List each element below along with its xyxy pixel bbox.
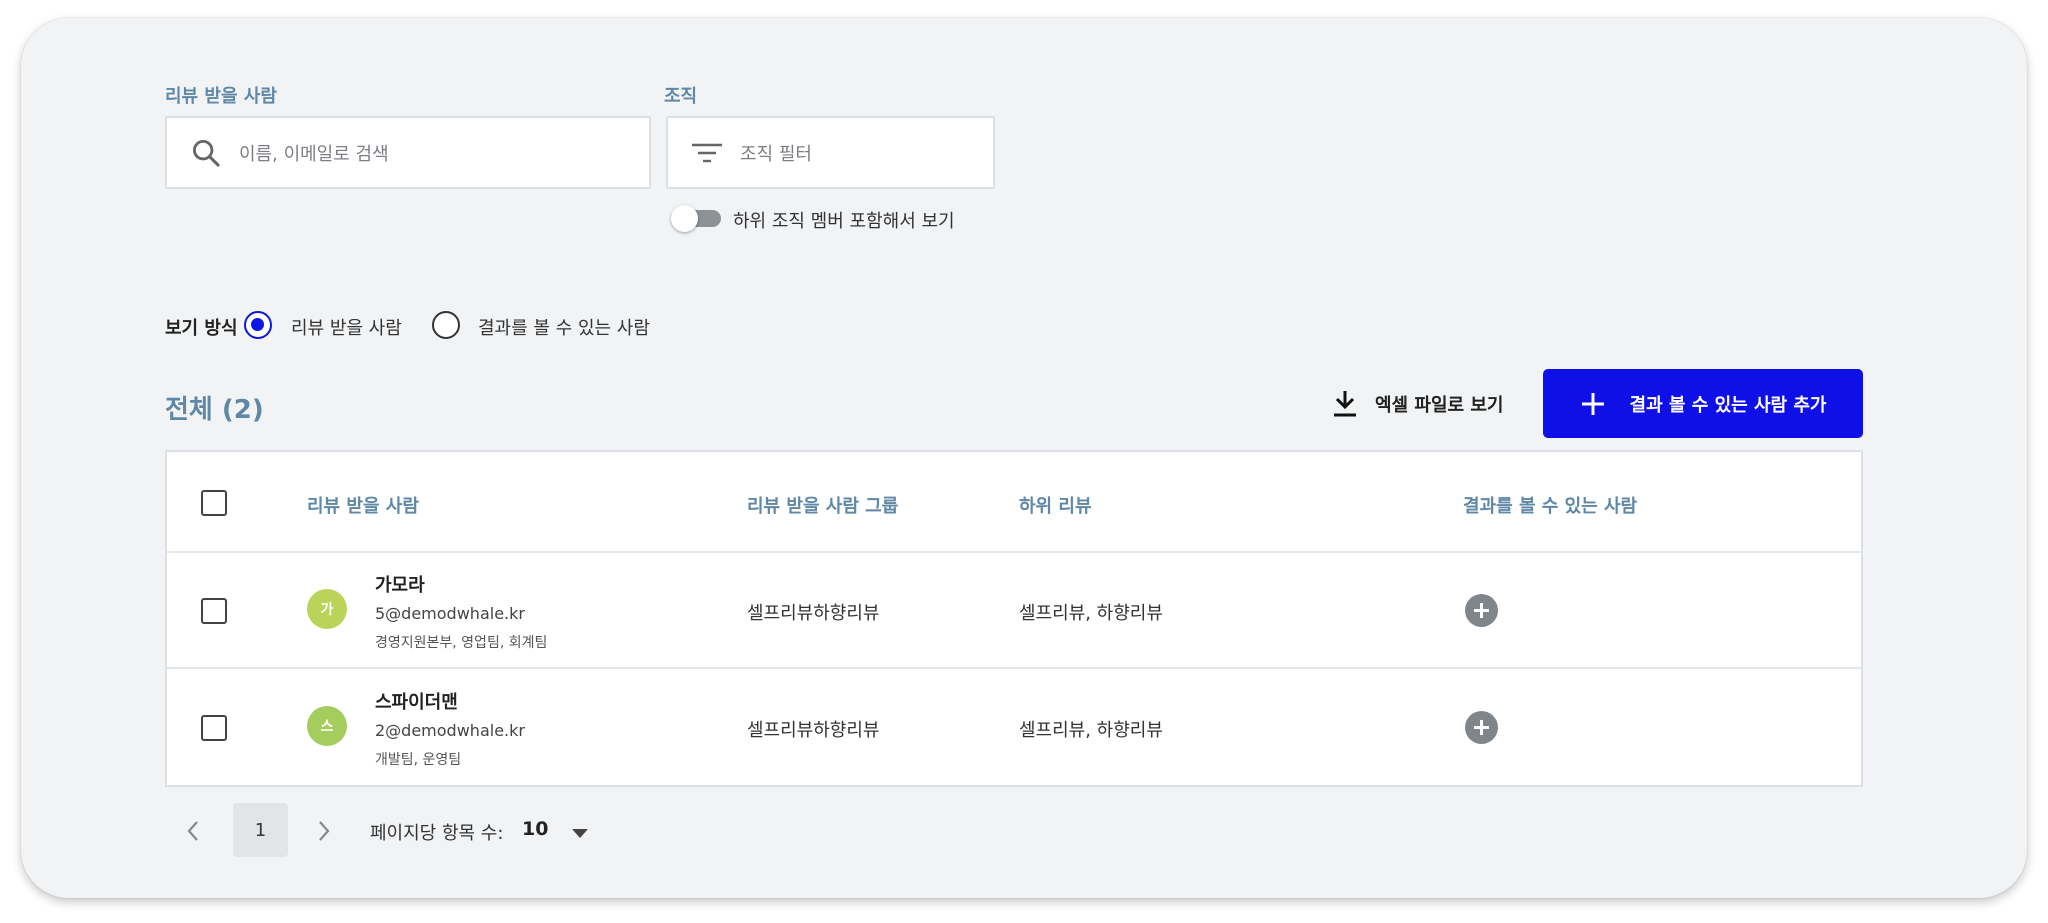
reviewee-name: 스파이더맨 bbox=[375, 692, 458, 713]
row-checkbox[interactable] bbox=[201, 598, 227, 624]
add-result-viewer-button[interactable]: 결과 볼 수 있는 사람 추가 bbox=[1543, 369, 1863, 438]
chevron-right-icon[interactable] bbox=[317, 820, 331, 846]
org-filter-input[interactable]: 조직 필터 bbox=[666, 116, 995, 189]
total-count: 전체 (2) bbox=[165, 395, 264, 425]
reviewee-org: 개발팀, 운영팀 bbox=[375, 752, 462, 768]
add-viewer-icon[interactable] bbox=[1465, 711, 1498, 744]
column-header-result-viewer[interactable]: 결과를 볼 수 있는 사람 bbox=[1463, 492, 1637, 518]
plus-icon bbox=[1580, 391, 1606, 417]
reviewee-filter-label: 리뷰 받을 사람 bbox=[165, 86, 277, 107]
per-page-label: 페이지당 항목 수: bbox=[370, 823, 504, 844]
radio-result-viewer[interactable] bbox=[432, 311, 460, 339]
reviewee-email: 2@demodwhale.kr bbox=[375, 721, 525, 740]
table-row: 스 스파이더맨 2@demodwhale.kr 개발팀, 운영팀 셀프리뷰하향리… bbox=[167, 670, 1861, 786]
org-filter-placeholder: 조직 필터 bbox=[740, 143, 812, 165]
avatar: 스 bbox=[307, 706, 347, 746]
sub-review: 셀프리뷰, 하향리뷰 bbox=[1019, 603, 1163, 624]
reviewee-email: 5@demodwhale.kr bbox=[375, 604, 525, 623]
include-sub-toggle-knob[interactable] bbox=[671, 205, 698, 232]
main-card: 리뷰 받을 사람 이름, 이메일로 검색 조직 조직 필터 하위 조직 멤버 포… bbox=[21, 18, 2027, 898]
excel-export-button[interactable]: 엑셀 파일로 보기 bbox=[1331, 384, 1503, 424]
add-viewer-icon[interactable] bbox=[1465, 594, 1498, 627]
column-header-sub-review[interactable]: 하위 리뷰 bbox=[1019, 492, 1092, 518]
caret-down-icon[interactable] bbox=[571, 824, 589, 843]
include-sub-toggle-label: 하위 조직 멤버 포함해서 보기 bbox=[733, 211, 955, 232]
reviewee-group: 셀프리뷰하향리뷰 bbox=[747, 720, 880, 741]
view-mode-label: 보기 방식 bbox=[165, 318, 238, 339]
reviewee-name: 가모라 bbox=[375, 575, 425, 596]
avatar: 가 bbox=[307, 589, 347, 629]
org-filter-label: 조직 bbox=[664, 86, 698, 107]
table-row: 가 가모라 5@demodwhale.kr 경영지원본부, 영업팀, 회계팀 셀… bbox=[167, 553, 1861, 669]
search-icon bbox=[189, 136, 223, 170]
sub-review: 셀프리뷰, 하향리뷰 bbox=[1019, 720, 1163, 741]
reviewee-table: 리뷰 받을 사람 리뷰 받을 사람 그룹 하위 리뷰 결과를 볼 수 있는 사람… bbox=[165, 450, 1863, 787]
radio-reviewee-label[interactable]: 리뷰 받을 사람 bbox=[291, 314, 402, 340]
pagination-page-current[interactable]: 1 bbox=[233, 803, 288, 857]
select-all-checkbox[interactable] bbox=[201, 490, 227, 516]
add-result-viewer-label: 결과 볼 수 있는 사람 추가 bbox=[1629, 394, 1827, 416]
excel-export-label: 엑셀 파일로 보기 bbox=[1375, 395, 1504, 416]
reviewee-group: 셀프리뷰하향리뷰 bbox=[747, 603, 880, 624]
download-icon bbox=[1331, 389, 1359, 419]
radio-result-viewer-label[interactable]: 결과를 볼 수 있는 사람 bbox=[478, 314, 650, 340]
radio-reviewee[interactable] bbox=[244, 311, 272, 339]
table-header: 리뷰 받을 사람 리뷰 받을 사람 그룹 하위 리뷰 결과를 볼 수 있는 사람 bbox=[167, 452, 1861, 553]
chevron-left-icon[interactable] bbox=[186, 820, 200, 846]
search-placeholder: 이름, 이메일로 검색 bbox=[239, 143, 389, 165]
column-header-reviewee[interactable]: 리뷰 받을 사람 bbox=[307, 492, 419, 518]
row-checkbox[interactable] bbox=[201, 715, 227, 741]
column-header-group[interactable]: 리뷰 받을 사람 그룹 bbox=[747, 492, 898, 518]
search-input[interactable]: 이름, 이메일로 검색 bbox=[165, 116, 651, 189]
per-page-select[interactable]: 10 bbox=[522, 818, 548, 840]
filter-icon bbox=[690, 138, 724, 168]
reviewee-org: 경영지원본부, 영업팀, 회계팀 bbox=[375, 635, 548, 651]
